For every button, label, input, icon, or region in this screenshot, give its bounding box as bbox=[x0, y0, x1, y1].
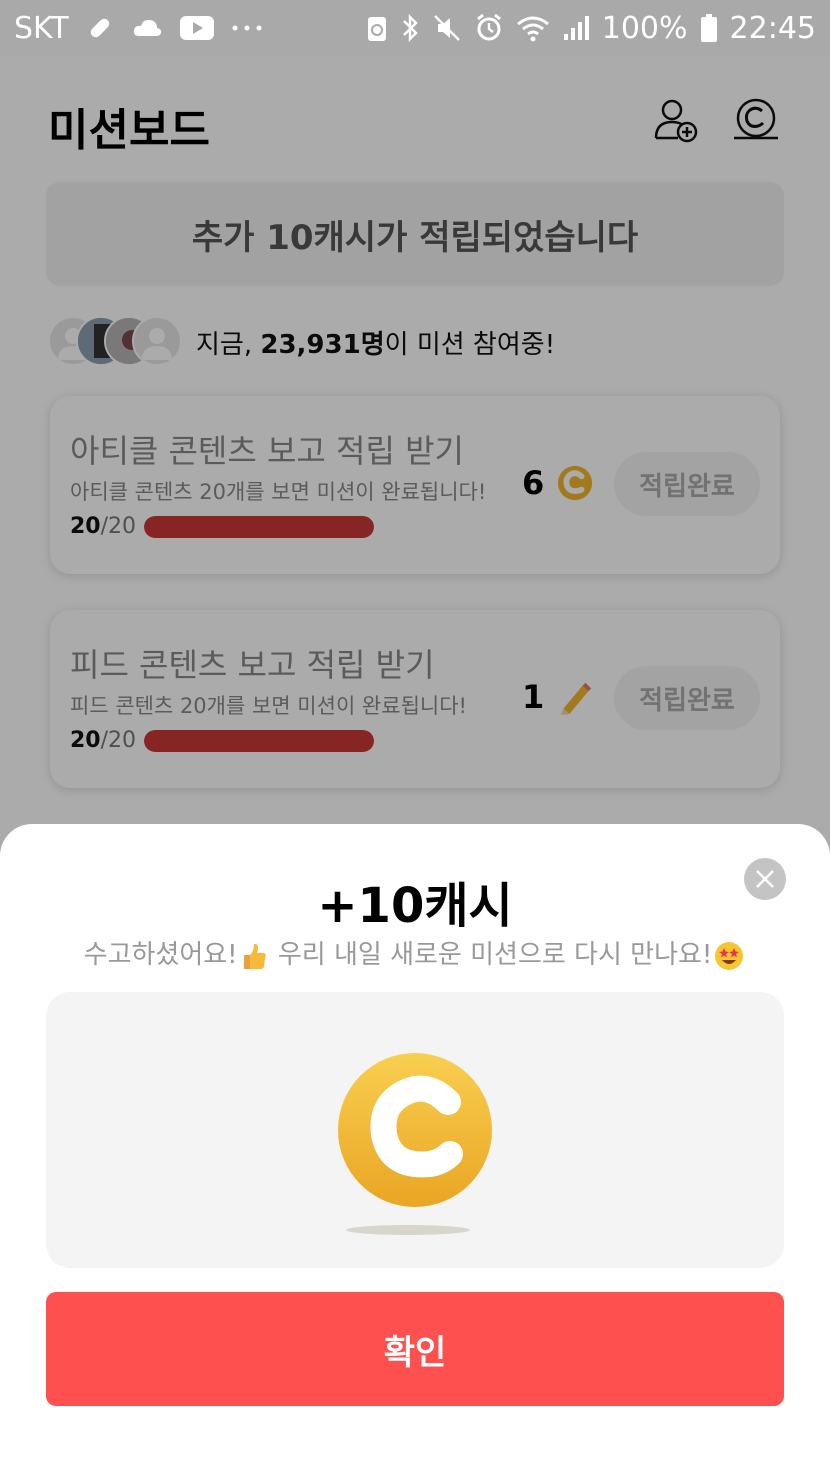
sheet-title: +10캐시 bbox=[317, 878, 513, 934]
cloud-icon bbox=[131, 16, 163, 40]
subtitle-text-1: 수고하셨어요! bbox=[83, 940, 238, 970]
wifi-icon bbox=[516, 14, 550, 42]
reward-illustration-panel bbox=[46, 992, 784, 1268]
alarm-icon bbox=[474, 13, 504, 43]
large-coin-icon bbox=[338, 1053, 492, 1235]
battery-icon bbox=[700, 13, 718, 43]
clock-time: 22:45 bbox=[729, 10, 816, 46]
status-bar: SKT 100% 22:45 bbox=[0, 0, 830, 56]
reward-bottom-sheet: +10캐시 수고하셨어요! 우리 내일 새로운 미션으로 다시 만나요! 확인 bbox=[0, 824, 830, 1476]
signal-icon bbox=[562, 14, 590, 42]
bluetooth-icon bbox=[400, 13, 420, 43]
youtube-icon bbox=[179, 15, 215, 41]
pill-icon bbox=[85, 13, 115, 43]
carrier-label: SKT bbox=[14, 10, 69, 46]
thumbs-up-icon bbox=[243, 943, 266, 969]
battery-percent: 100% bbox=[601, 10, 688, 46]
mute-icon bbox=[432, 13, 462, 43]
more-dots-icon bbox=[231, 23, 263, 33]
recycle-sim-icon bbox=[366, 13, 388, 43]
star-eyes-emoji-icon bbox=[715, 941, 744, 970]
subtitle-text-2: 우리 내일 새로운 미션으로 다시 만나요! bbox=[269, 940, 713, 970]
confirm-button[interactable]: 확인 bbox=[46, 1292, 784, 1406]
sheet-subtitle: 수고하셨어요! 우리 내일 새로운 미션으로 다시 만나요! bbox=[0, 934, 830, 971]
